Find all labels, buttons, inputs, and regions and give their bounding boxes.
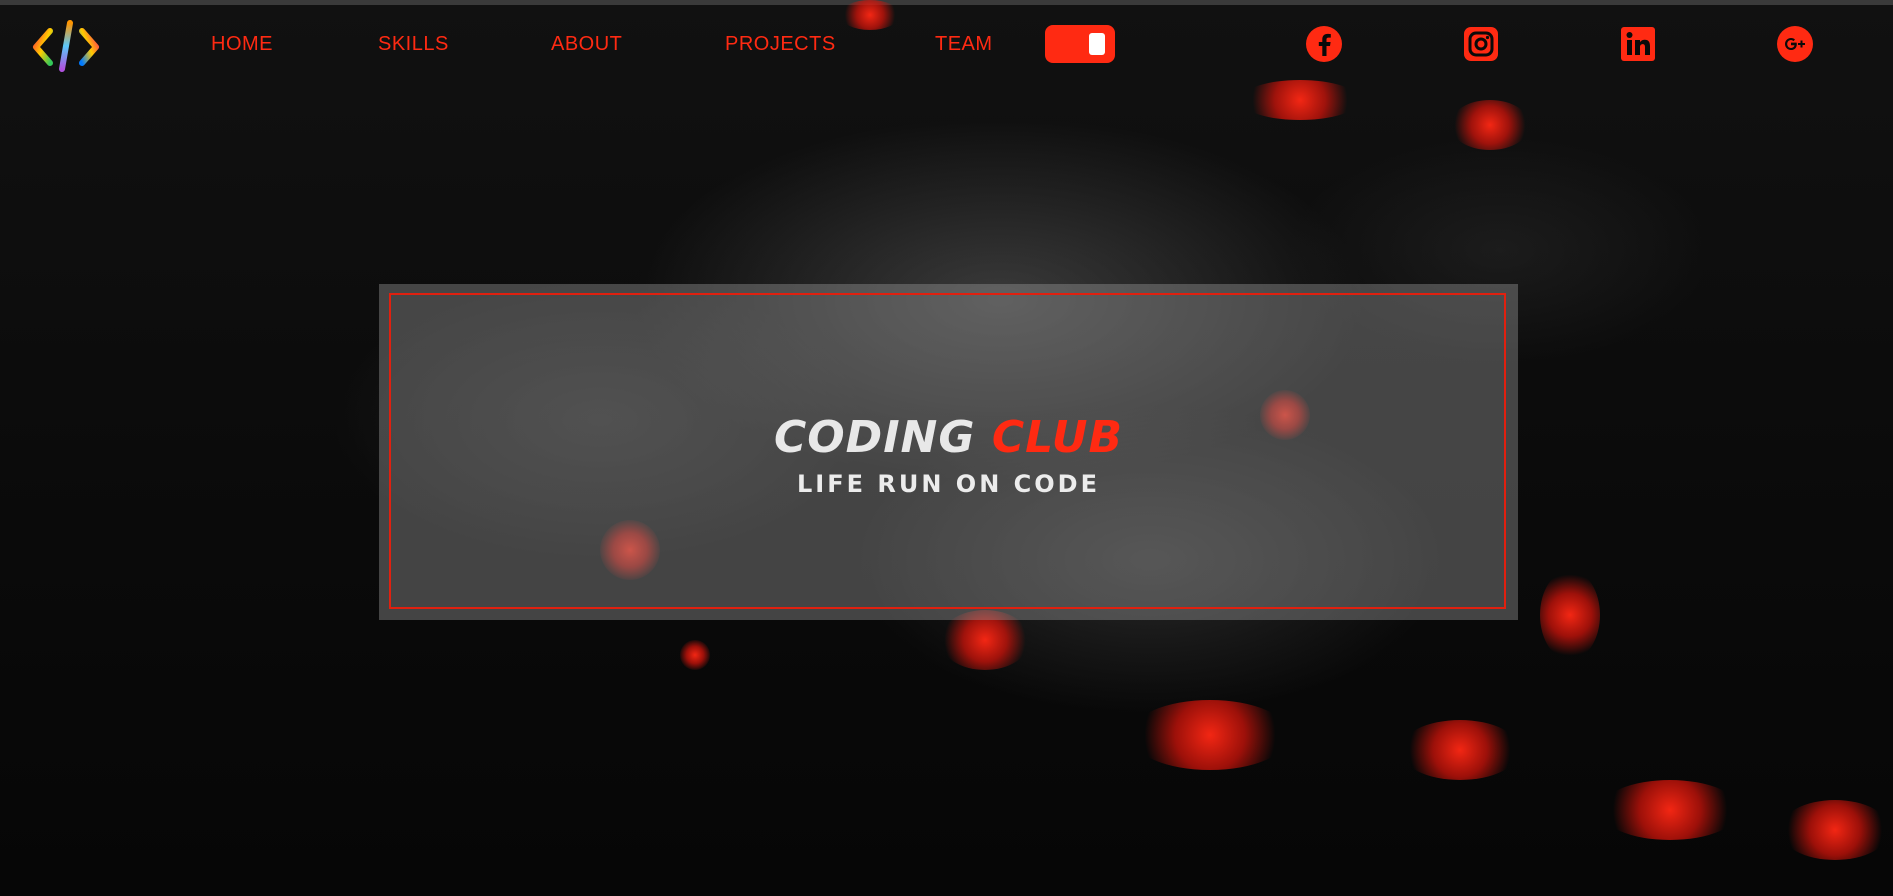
- ember-glow: [1600, 780, 1740, 840]
- page-background: HOME SKILLS ABOUT PROJECTS TEAM CODING C…: [0, 0, 1893, 896]
- ember-glow: [1130, 700, 1290, 770]
- hero-subtitle: LIFE RUN ON CODE: [797, 470, 1100, 498]
- facebook-icon[interactable]: [1305, 25, 1343, 63]
- ember-glow: [1540, 570, 1600, 660]
- ember-glow: [1780, 800, 1890, 860]
- nav-link-skills[interactable]: SKILLS: [378, 33, 449, 56]
- hero-title-coding: CODING: [773, 412, 976, 463]
- nav-link-about[interactable]: ABOUT: [551, 33, 622, 56]
- top-navbar: HOME SKILLS ABOUT PROJECTS TEAM: [0, 5, 1893, 81]
- code-brackets-icon[interactable]: [30, 15, 102, 75]
- google-plus-icon[interactable]: [1776, 25, 1814, 63]
- instagram-icon[interactable]: [1462, 25, 1500, 63]
- linkedin-icon[interactable]: [1619, 25, 1657, 63]
- ember-glow: [1400, 720, 1520, 780]
- nav-link-projects[interactable]: PROJECTS: [725, 33, 836, 56]
- nav-link-team[interactable]: TEAM: [935, 33, 993, 56]
- ember-glow: [1450, 100, 1530, 150]
- nav-link-home[interactable]: HOME: [211, 33, 273, 56]
- toggle-knob: [1089, 33, 1105, 55]
- hero-panel: CODING CLUB LIFE RUN ON CODE: [379, 284, 1518, 620]
- ember-glow: [1240, 80, 1360, 120]
- theme-toggle[interactable]: [1045, 25, 1115, 63]
- hero-title-club: CLUB: [991, 412, 1124, 463]
- ember-glow: [680, 640, 710, 670]
- hero-title: CODING CLUB: [379, 412, 1518, 463]
